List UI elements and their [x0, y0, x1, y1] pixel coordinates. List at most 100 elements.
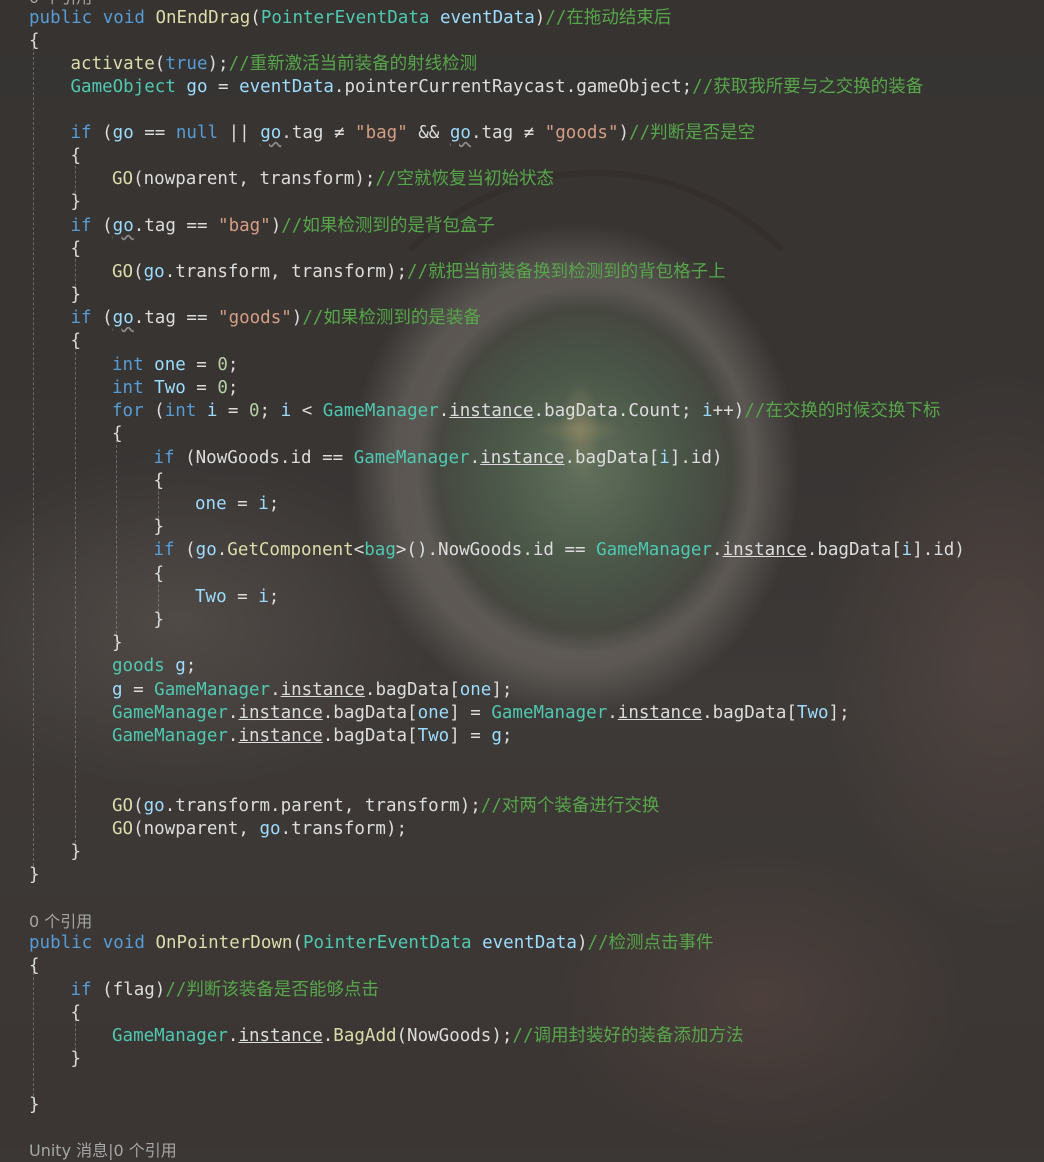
- code-line[interactable]: one = i;: [195, 493, 279, 516]
- code-token: ): [576, 933, 588, 953]
- code-comment: //判断该装备是否能够点击: [165, 980, 379, 1000]
- indent-guide: [74, 1014, 76, 1060]
- code-token: );: [207, 54, 229, 74]
- code-token: ): [291, 308, 303, 328]
- code-line[interactable]: int Two = 0;: [112, 377, 238, 400]
- code-line[interactable]: {: [112, 423, 123, 446]
- code-token: null: [175, 123, 219, 143]
- code-token: "goods": [218, 308, 292, 328]
- code-token: GO: [112, 262, 134, 282]
- code-line[interactable]: public void OnEndDrag(PointerEventData e…: [29, 7, 671, 30]
- code-line[interactable]: GO(go.transform, transform);//就把当前装备换到检测…: [112, 261, 726, 284]
- code-line[interactable]: public void OnPointerDown(PointerEventDa…: [29, 932, 714, 955]
- code-line[interactable]: if (flag)//判断该装备是否能够点击: [71, 979, 379, 1002]
- code-token: (nowparent,: [133, 819, 260, 839]
- code-token: Two: [796, 703, 829, 723]
- code-line[interactable]: }: [71, 841, 82, 864]
- code-line[interactable]: }: [71, 284, 82, 307]
- code-token: public: [29, 8, 93, 28]
- code-line[interactable]: 0 个引用: [29, 910, 92, 933]
- code-line[interactable]: {: [29, 30, 40, 53]
- code-comment: //空就恢复当初始状态: [375, 169, 554, 189]
- code-token: ||: [218, 123, 261, 143]
- code-line[interactable]: }: [29, 1094, 40, 1117]
- codelens-reference[interactable]: 0 个引用: [29, 912, 92, 931]
- code-token: if: [70, 123, 92, 143]
- code-line[interactable]: }: [71, 191, 82, 214]
- code-token: GameManager: [596, 540, 712, 560]
- code-token: eventData: [439, 8, 535, 28]
- code-token: .transform, transform);: [164, 262, 408, 282]
- code-token: }: [112, 633, 123, 653]
- code-line[interactable]: {: [71, 238, 82, 261]
- code-token: (: [91, 216, 113, 236]
- code-token: ): [270, 216, 282, 236]
- code-token: GameManager: [154, 680, 271, 700]
- codelens-reference-bottom[interactable]: Unity 消息|0 个引用: [29, 1139, 177, 1162]
- code-token: }: [70, 285, 82, 305]
- code-line[interactable]: GO(go.transform.parent, transform);//对两个…: [112, 795, 659, 818]
- code-line[interactable]: }: [154, 609, 165, 632]
- code-line[interactable]: if (NowGoods.id == GameManager.instance.…: [154, 447, 723, 470]
- code-token: GameManager: [491, 703, 608, 723]
- code-line[interactable]: {: [154, 470, 165, 493]
- code-token: (NowGoods.id ==: [174, 448, 354, 468]
- code-line[interactable]: if (go == null || go.tag ≠ "bag" && go.t…: [71, 122, 756, 145]
- code-line[interactable]: if (go.tag == "goods")//如果检测到的是装备: [71, 307, 481, 330]
- code-line[interactable]: {: [71, 1002, 82, 1025]
- code-line[interactable]: {: [29, 955, 40, 978]
- code-line[interactable]: }: [112, 632, 123, 655]
- code-token: one: [195, 494, 227, 514]
- code-line[interactable]: }: [154, 516, 165, 539]
- code-token: =: [122, 680, 155, 700]
- code-token: int: [164, 401, 197, 421]
- code-line[interactable]: goods g;: [112, 655, 196, 678]
- code-token: goods: [112, 656, 165, 676]
- code-token: public: [29, 933, 93, 953]
- code-token: instance: [238, 703, 323, 723]
- code-line[interactable]: if (go.tag == "bag")//如果检测到的是背包盒子: [71, 215, 495, 238]
- code-line[interactable]: {: [154, 563, 165, 586]
- code-token: if: [153, 448, 175, 468]
- code-token: int: [112, 378, 144, 398]
- code-line[interactable]: Two = i;: [195, 586, 279, 609]
- code-token: NowGoods.id ==: [438, 540, 597, 560]
- code-comment: //对两个装备进行交换: [480, 796, 660, 816]
- code-line[interactable]: {: [71, 145, 82, 168]
- code-token: PointerEventData: [302, 933, 472, 953]
- code-token: .: [216, 540, 228, 560]
- code-line[interactable]: GO(nowparent, transform);//空就恢复当初始状态: [112, 168, 554, 191]
- code-token: <: [291, 401, 323, 421]
- code-line[interactable]: }: [29, 864, 40, 887]
- code-token: ];: [491, 680, 513, 700]
- code-token: .: [270, 680, 281, 700]
- code-token: .: [469, 448, 481, 468]
- code-token: ];: [828, 703, 850, 723]
- code-token: (: [91, 123, 113, 143]
- code-token: instance: [449, 401, 534, 421]
- code-line[interactable]: if (go.GetComponent<bag>().NowGoods.id =…: [154, 539, 965, 562]
- code-token: (flag): [91, 980, 166, 1000]
- code-line[interactable]: int one = 0;: [112, 354, 238, 377]
- code-line[interactable]: }: [71, 1048, 82, 1071]
- code-token: instance: [480, 448, 565, 468]
- code-token: i: [901, 540, 913, 560]
- code-line[interactable]: GameObject go = eventData.pointerCurrent…: [71, 76, 924, 99]
- code-line[interactable]: GameManager.instance.bagData[one] = Game…: [112, 702, 850, 725]
- code-line[interactable]: {: [71, 330, 82, 353]
- code-line[interactable]: g = GameManager.instance.bagData[one];: [112, 679, 512, 702]
- code-token: GameObject: [70, 77, 176, 97]
- code-line[interactable]: GO(nowparent, go.transform);: [112, 818, 407, 841]
- code-token: }: [153, 610, 165, 630]
- code-token: .bagData[: [322, 703, 418, 723]
- code-line[interactable]: GameManager.instance.BagAdd(NowGoods);//…: [112, 1025, 744, 1048]
- code-token: one: [459, 680, 492, 700]
- code-token: }: [70, 842, 82, 862]
- code-line[interactable]: for (int i = 0; i < GameManager.instance…: [112, 400, 940, 423]
- code-line[interactable]: GameManager.instance.bagData[Two] = g;: [112, 725, 512, 748]
- code-comment: //判断是否是空: [629, 123, 756, 143]
- code-token: =: [185, 355, 218, 375]
- code-token: if: [70, 216, 92, 236]
- code-line[interactable]: activate(true);//重新激活当前装备的射线检测: [71, 53, 478, 76]
